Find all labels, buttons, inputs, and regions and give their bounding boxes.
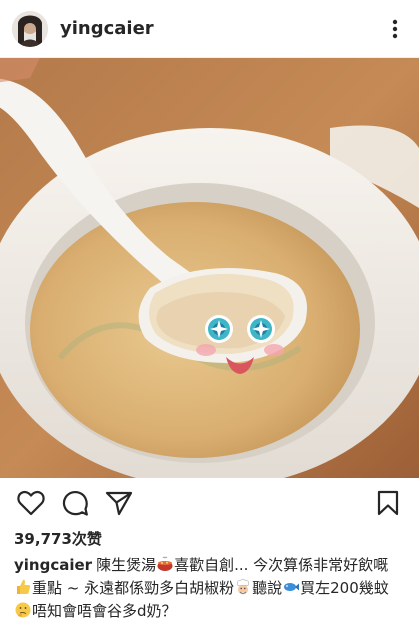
action-bar — [0, 478, 419, 528]
likes-count[interactable]: 39,773次赞 — [0, 528, 419, 550]
bookmark-icon[interactable] — [371, 486, 405, 520]
caption-text-3: 重點 ~ 永遠都係勁多白胡椒粉 — [32, 579, 235, 597]
caption-text-4: 聽說 — [252, 579, 283, 597]
post-header: yingcaier — [0, 0, 419, 58]
caption-username[interactable]: yingcaier — [14, 556, 92, 574]
username[interactable]: yingcaier — [60, 18, 383, 39]
post-photo[interactable] — [0, 58, 419, 478]
caption-text-2: 喜歡自創... 今次算係非常好飲嘅 — [174, 556, 389, 574]
soup-pot-icon — [156, 555, 174, 573]
fish-icon — [282, 578, 300, 596]
caption: yingcaier 陳生煲湯 喜歡自創... 今次算係非常好飲嘅重點 ~ 永遠都係勁… — [0, 550, 419, 623]
thinking-face-icon — [14, 601, 32, 619]
heart-icon[interactable] — [14, 486, 48, 520]
thumbs-up-icon — [14, 578, 32, 596]
caption-text-1: 陳生煲湯 — [96, 556, 157, 574]
caption-text-5: 買左200幾蚊 — [300, 579, 389, 597]
comment-icon[interactable] — [58, 486, 92, 520]
more-vertical-icon[interactable] — [383, 17, 407, 41]
caption-text-6: 唔知會唔會谷多d奶？ — [32, 602, 177, 620]
avatar[interactable] — [12, 10, 48, 47]
chef-icon — [234, 578, 252, 596]
send-icon[interactable] — [102, 486, 136, 520]
